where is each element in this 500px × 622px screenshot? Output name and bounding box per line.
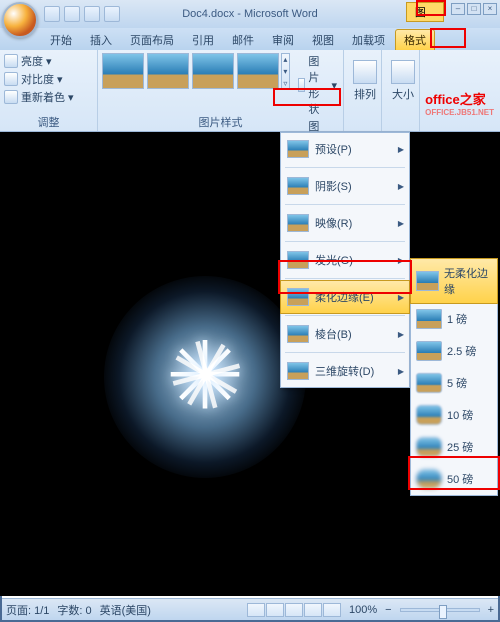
status-bar: 页面: 1/1 字数: 0 英语(美国) 100% − +	[2, 598, 498, 620]
zoom-slider[interactable]	[400, 608, 480, 612]
size-button[interactable]: 大小	[386, 53, 420, 109]
soft-1pt[interactable]: 1 磅	[411, 303, 497, 335]
gallery-more-button[interactable]: ▴▾▿	[281, 53, 290, 89]
tab-references[interactable]: 引用	[184, 30, 222, 50]
highlight-box	[273, 88, 341, 106]
tab-review[interactable]: 审阅	[264, 30, 302, 50]
view-print-layout[interactable]	[247, 603, 265, 617]
brightness-icon	[4, 54, 18, 68]
soft-thumb-icon	[416, 437, 442, 457]
view-web-layout[interactable]	[285, 603, 303, 617]
fx-3d-rotation[interactable]: 三维旋转(D)▶	[281, 355, 409, 387]
zoom-in-button[interactable]: +	[488, 604, 494, 616]
rotation-3d-icon	[287, 362, 309, 380]
soft-thumb-icon	[416, 271, 439, 291]
minimize-button[interactable]: –	[451, 3, 465, 15]
ribbon: 亮度 ▾ 对比度 ▾ 重新着色 ▾ 调整 ▴▾▿ 图片形状 ▾ 图片边框 ▾ 图…	[0, 50, 500, 132]
qat-undo-icon[interactable]	[64, 6, 80, 22]
soft-thumb-icon	[416, 405, 442, 425]
soft-none[interactable]: 无柔化边缘	[410, 258, 498, 304]
window-title: Doc4.docx - Microsoft Word	[182, 8, 318, 20]
preset-icon	[287, 140, 309, 158]
chevron-right-icon: ▶	[398, 182, 404, 191]
contrast-button[interactable]: 对比度 ▾	[4, 71, 93, 87]
qat-save-icon[interactable]	[44, 6, 60, 22]
group-label: 图片样式	[98, 114, 343, 130]
fx-preset[interactable]: 预设(P)▶	[281, 133, 409, 165]
view-full-screen[interactable]	[266, 603, 284, 617]
qat-redo-icon[interactable]	[84, 6, 100, 22]
highlight-box	[430, 28, 466, 48]
fx-reflection[interactable]: 映像(R)▶	[281, 207, 409, 239]
window-controls: – □ ×	[451, 3, 497, 15]
size-icon	[391, 60, 415, 84]
soft-2-5pt[interactable]: 2.5 磅	[411, 335, 497, 367]
style-thumb[interactable]	[192, 53, 234, 89]
close-button[interactable]: ×	[483, 3, 497, 15]
tab-page-layout[interactable]: 页面布局	[122, 30, 182, 50]
view-buttons	[247, 603, 341, 617]
maximize-button[interactable]: □	[467, 3, 481, 15]
group-label: 调整	[0, 114, 97, 130]
arrange-button[interactable]: 排列	[348, 53, 382, 109]
tab-mailings[interactable]: 邮件	[224, 30, 262, 50]
tab-view[interactable]: 视图	[304, 30, 342, 50]
contrast-icon	[4, 72, 18, 86]
style-thumb[interactable]	[237, 53, 279, 89]
arrange-icon	[353, 60, 377, 84]
group-size: 大小	[382, 50, 420, 131]
soft-thumb-icon	[416, 373, 442, 393]
soft-5pt[interactable]: 5 磅	[411, 367, 497, 399]
recolor-button[interactable]: 重新着色 ▾	[4, 89, 93, 105]
status-language[interactable]: 英语(美国)	[100, 602, 151, 618]
inserted-picture[interactable]	[130, 302, 280, 452]
style-thumb[interactable]	[102, 53, 144, 89]
recolor-icon	[4, 90, 18, 104]
soft-thumb-icon	[416, 341, 442, 361]
picture-shape-button[interactable]: 图片形状 ▾	[296, 53, 339, 117]
style-thumb[interactable]	[147, 53, 189, 89]
brightness-button[interactable]: 亮度 ▾	[4, 53, 93, 69]
view-draft[interactable]	[323, 603, 341, 617]
office-button[interactable]	[2, 2, 38, 38]
tab-format[interactable]: 格式	[395, 29, 435, 50]
chevron-right-icon: ▶	[398, 145, 404, 154]
highlight-box	[278, 260, 412, 294]
title-bar: Doc4.docx - Microsoft Word 图... – □ ×	[0, 0, 500, 28]
fx-bevel[interactable]: 棱台(B)▶	[281, 318, 409, 350]
qat-customize-icon[interactable]	[104, 6, 120, 22]
fx-shadow[interactable]: 阴影(S)▶	[281, 170, 409, 202]
zoom-out-button[interactable]: −	[385, 604, 391, 616]
tab-home[interactable]: 开始	[42, 30, 80, 50]
bevel-icon	[287, 325, 309, 343]
chevron-right-icon: ▶	[398, 367, 404, 376]
shadow-icon	[287, 177, 309, 195]
soft-10pt[interactable]: 10 磅	[411, 399, 497, 431]
status-words[interactable]: 字数: 0	[57, 602, 91, 618]
watermark: office之家 OFFICE.JB51.NET	[425, 89, 494, 117]
chevron-right-icon: ▶	[398, 219, 404, 228]
ribbon-tabs: 开始 插入 页面布局 引用 邮件 审阅 视图 加载项 格式	[0, 28, 500, 50]
view-outline[interactable]	[304, 603, 322, 617]
group-adjust: 亮度 ▾ 对比度 ▾ 重新着色 ▾ 调整	[0, 50, 98, 131]
group-arrange: 排列	[344, 50, 382, 131]
status-page[interactable]: 页面: 1/1	[6, 602, 49, 618]
highlight-box	[416, 0, 446, 16]
zoom-level[interactable]: 100%	[349, 604, 377, 616]
soft-thumb-icon	[416, 309, 442, 329]
quick-access-toolbar	[44, 6, 120, 22]
tab-addins[interactable]: 加载项	[344, 30, 393, 50]
chevron-right-icon: ▶	[398, 330, 404, 339]
reflection-icon	[287, 214, 309, 232]
tab-insert[interactable]: 插入	[82, 30, 120, 50]
highlight-box	[408, 456, 500, 490]
